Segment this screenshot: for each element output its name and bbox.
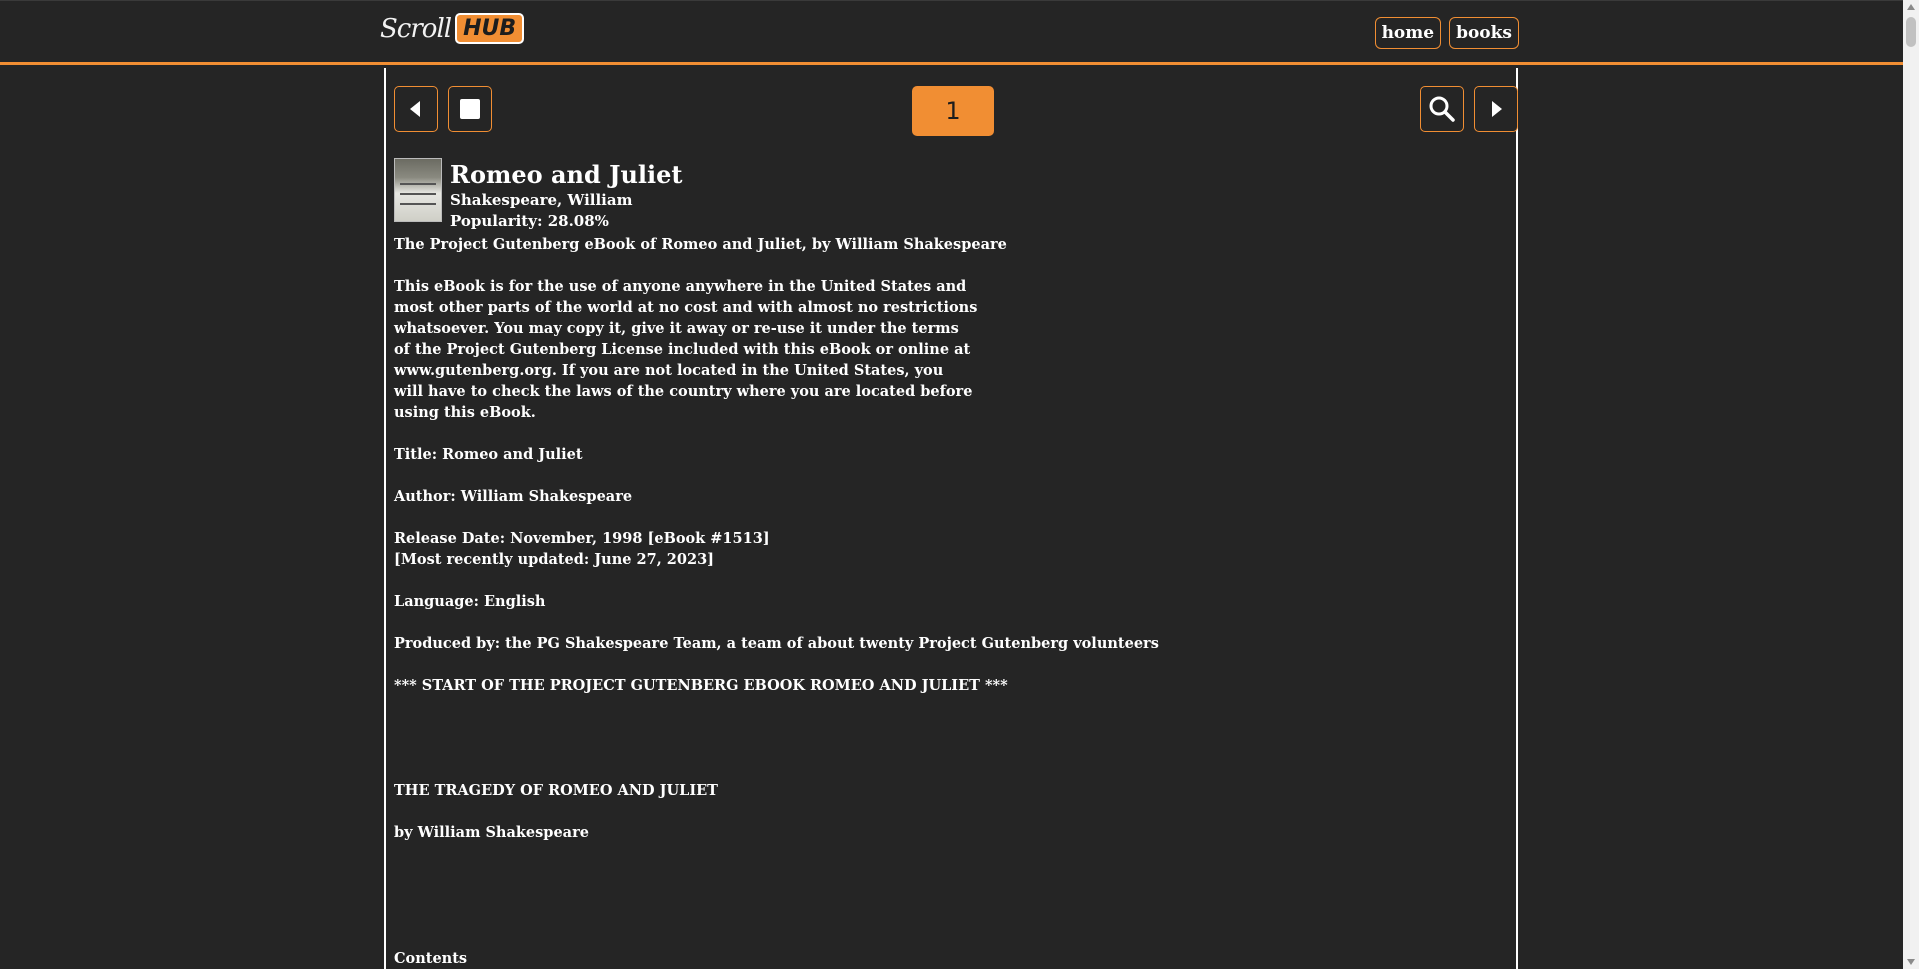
main-nav: home books: [1374, 17, 1519, 49]
book-author: Shakespeare, William: [450, 191, 633, 209]
nav-books-button[interactable]: books: [1449, 17, 1519, 49]
page-scrollbar[interactable]: [1903, 0, 1919, 969]
scroll-down-arrow-icon[interactable]: [1907, 959, 1915, 965]
scrollhub-logo[interactable]: Scroll HUB: [380, 13, 525, 44]
logo-hub-badge: HUB: [455, 13, 525, 44]
scroll-up-arrow-icon[interactable]: [1907, 4, 1915, 10]
search-button[interactable]: [1420, 86, 1464, 132]
next-page-button[interactable]: [1474, 86, 1518, 132]
page-number-button[interactable]: 1: [912, 86, 994, 136]
top-header: Scroll HUB home books: [0, 0, 1903, 65]
book-body-text: The Project Gutenberg eBook of Romeo and…: [394, 236, 1159, 967]
prev-arrow-icon: [410, 101, 420, 117]
reader-panel: 1 Romeo and Juliet Shakespeare, William …: [384, 68, 1518, 969]
prev-page-button[interactable]: [394, 86, 438, 132]
search-icon: [1429, 96, 1455, 122]
next-arrow-icon: [1492, 101, 1502, 117]
book-info: Romeo and Juliet Shakespeare, William Po…: [450, 158, 683, 232]
nav-home-button[interactable]: home: [1374, 17, 1442, 49]
book-header: Romeo and Juliet Shakespeare, William Po…: [394, 158, 683, 232]
scroll-thumb[interactable]: [1906, 17, 1916, 47]
stop-button[interactable]: [448, 86, 492, 132]
book-title: Romeo and Juliet: [450, 160, 683, 189]
logo-script-text: Scroll: [380, 13, 452, 44]
book-popularity: Popularity: 28.08%: [450, 212, 609, 230]
stop-icon: [460, 99, 480, 119]
book-cover-image: [394, 158, 442, 222]
reader-toolbar: 1: [394, 86, 1518, 136]
